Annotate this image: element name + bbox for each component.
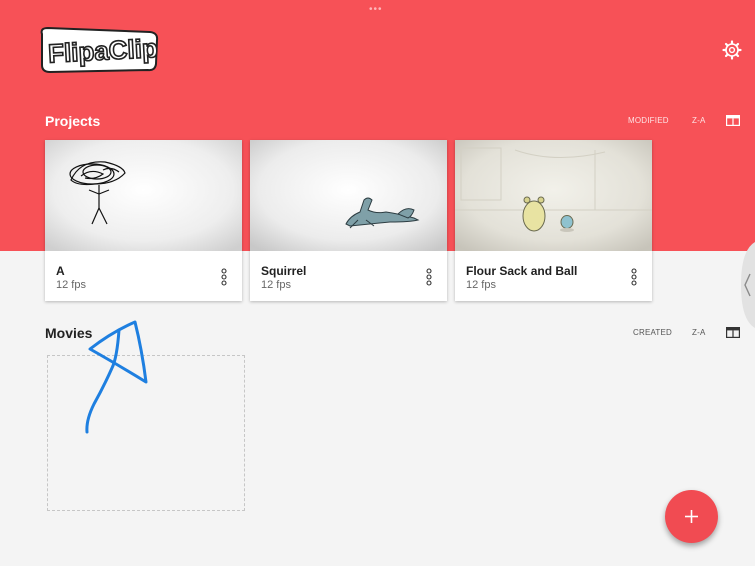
movies-section-title: Movies: [45, 325, 93, 341]
layout-grid-icon[interactable]: [726, 327, 740, 338]
side-panel-handle[interactable]: [739, 242, 755, 328]
layout-grid-icon[interactable]: [726, 115, 740, 126]
project-thumbnail: [250, 140, 447, 251]
project-card[interactable]: Flour Sack and Ball 12 fps: [455, 140, 652, 301]
movie-placeholder[interactable]: [47, 355, 245, 511]
projects-section-title: Projects: [45, 113, 101, 129]
project-title: Squirrel: [261, 264, 307, 278]
more-vertical-icon[interactable]: [629, 268, 639, 286]
drag-dots-icon[interactable]: •••: [369, 5, 383, 15]
gear-icon[interactable]: [722, 40, 742, 60]
project-fps: 12 fps: [56, 279, 86, 291]
movies-sort-created[interactable]: CREATED: [633, 328, 672, 337]
project-title: A: [56, 264, 65, 278]
more-vertical-icon[interactable]: [424, 268, 434, 286]
plus-icon: [685, 510, 698, 523]
projects-sort-modified[interactable]: MODIFIED: [628, 116, 669, 125]
movies-sort-order[interactable]: Z-A: [692, 328, 706, 337]
project-title: Flour Sack and Ball: [466, 264, 578, 278]
svg-text:FlipaClip: FlipaClip: [47, 33, 158, 69]
project-fps: 12 fps: [466, 279, 496, 291]
project-card[interactable]: A 12 fps: [45, 140, 242, 301]
project-card[interactable]: Squirrel 12 fps: [250, 140, 447, 301]
flipaclip-logo: FlipaClip: [40, 26, 159, 74]
more-vertical-icon[interactable]: [219, 268, 229, 286]
project-fps: 12 fps: [261, 279, 291, 291]
add-project-button[interactable]: [665, 490, 718, 543]
project-thumbnail: [45, 140, 242, 251]
project-thumbnail: [455, 140, 652, 251]
projects-sort-order[interactable]: Z-A: [692, 116, 706, 125]
